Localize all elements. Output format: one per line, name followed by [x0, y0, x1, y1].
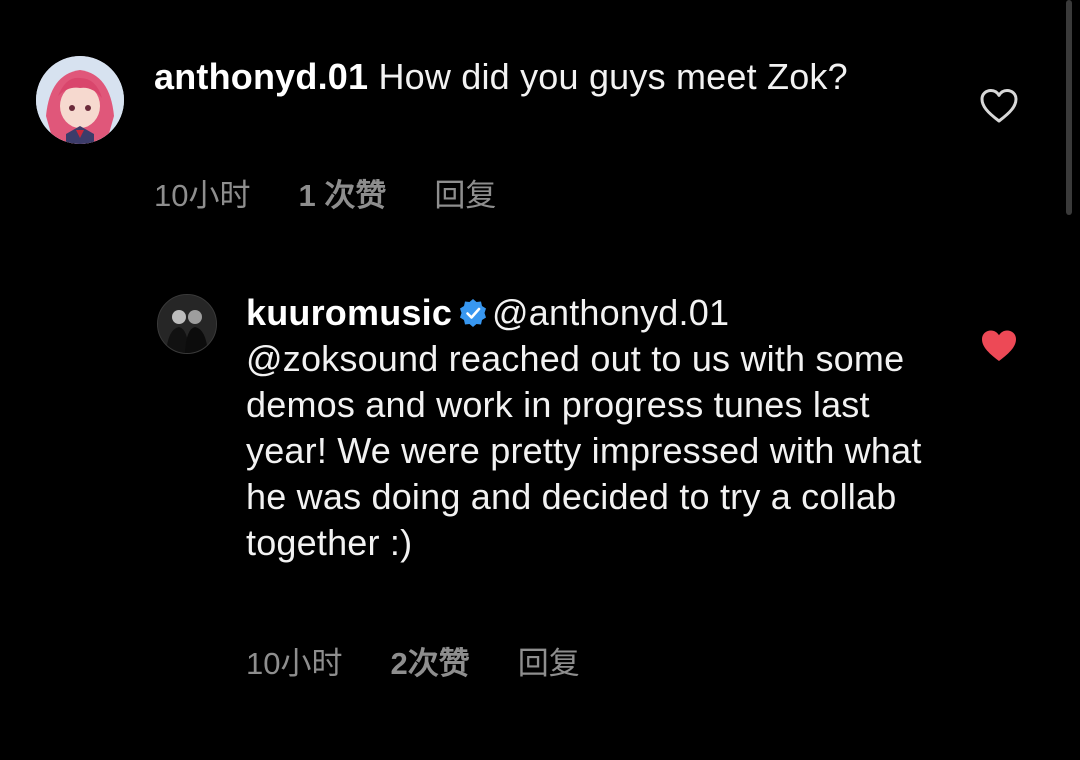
avatar-anime-icon	[36, 56, 124, 144]
comment-body: kuuromusic @anthonyd.01 @zoksound reache…	[246, 290, 926, 566]
comment-text: How did you guys meet Zok?	[378, 56, 848, 97]
comment-meta: 10小时 1 次赞 回复	[154, 170, 496, 215]
username[interactable]: kuuromusic	[246, 292, 452, 333]
comment-body: anthonyd.01 How did you guys meet Zok?	[154, 54, 914, 100]
likes-count[interactable]: 2次赞	[390, 638, 469, 683]
heart-filled-icon	[982, 330, 1016, 361]
username[interactable]: anthonyd.01	[154, 56, 368, 97]
comment-kuuromusic: kuuromusic @anthonyd.01 @zoksound reache…	[0, 288, 1080, 688]
reply-button[interactable]: 回复	[518, 638, 580, 683]
timestamp: 10小时	[154, 178, 251, 213]
timestamp: 10小时	[246, 646, 343, 681]
reply-button[interactable]: 回复	[434, 170, 496, 215]
comment-text: @zoksound reached out to us with some de…	[246, 338, 922, 563]
mention-link[interactable]: @anthonyd.01	[492, 292, 729, 333]
heart-outline-icon	[980, 89, 1018, 123]
like-button[interactable]	[979, 328, 1019, 364]
verified-badge-icon	[460, 299, 487, 327]
avatar[interactable]	[36, 56, 124, 144]
comment-anthonyd: anthonyd.01 How did you guys meet Zok? 1…	[0, 52, 1080, 222]
avatar-duo-icon	[158, 295, 216, 353]
avatar[interactable]	[157, 294, 217, 354]
comment-meta: 10小时 2次赞 回复	[246, 638, 580, 683]
likes-count[interactable]: 1 次赞	[298, 170, 386, 215]
like-button[interactable]	[979, 88, 1019, 124]
